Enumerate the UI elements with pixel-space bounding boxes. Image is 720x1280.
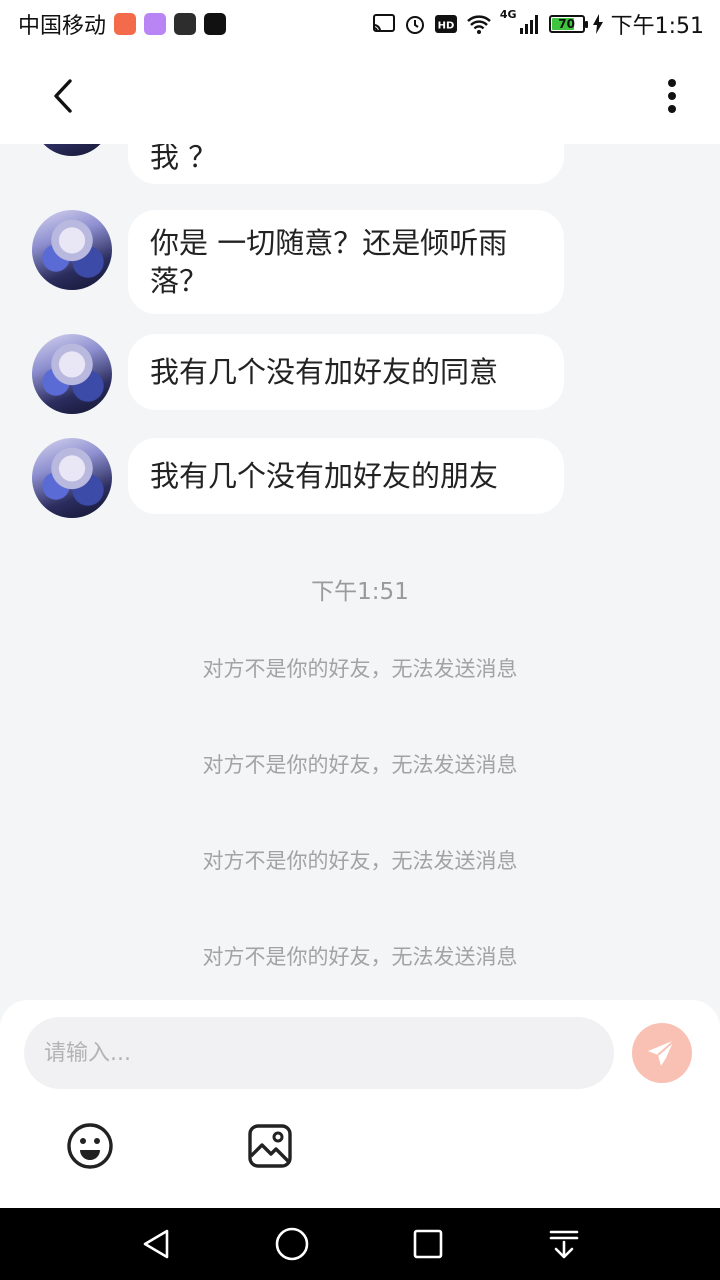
cast-icon <box>372 14 395 32</box>
app-notification-icon <box>114 13 137 35</box>
send-button[interactable] <box>632 1023 692 1083</box>
message-item: 我 ？ <box>32 144 652 186</box>
more-vertical-icon <box>668 79 676 113</box>
status-right: HD 4G 70 下午1:51 <box>372 8 704 40</box>
back-triangle-icon <box>143 1229 169 1259</box>
recents-square-icon <box>413 1229 443 1259</box>
image-button[interactable] <box>244 1120 296 1172</box>
message-timestamp: 下午1:51 <box>311 579 409 605</box>
message-text: 我 ？ <box>150 144 218 174</box>
battery-icon: 70 <box>548 15 588 33</box>
smiley-icon <box>67 1123 113 1169</box>
message-list[interactable]: 我 ？ 你是 一切随意？还是倾听雨落？ 我有几个没有加好友的同意 我有几个没有加… <box>0 144 720 1004</box>
chevron-left-icon <box>54 79 72 113</box>
system-notice: 对方不是你的好友，无法发送消息 <box>202 849 518 873</box>
avatar[interactable] <box>32 210 112 290</box>
app-notification-icon <box>144 13 167 35</box>
message-text: 我有几个没有加好友的同意 <box>150 355 499 389</box>
paper-plane-icon <box>648 1039 676 1066</box>
avatar[interactable] <box>32 438 112 518</box>
message-item: 我有几个没有加好友的朋友 <box>32 438 652 518</box>
message-input[interactable] <box>24 1017 614 1089</box>
network-label: 4G <box>499 8 517 21</box>
nav-home-button[interactable] <box>270 1222 314 1266</box>
svg-text:HD: HD <box>438 21 455 32</box>
status-bar: 中国移动 HD 4G 70 下午1:51 <box>0 0 720 48</box>
charging-icon <box>592 14 603 34</box>
avatar[interactable] <box>32 144 112 156</box>
message-bubble[interactable]: 我有几个没有加好友的朋友 <box>128 438 564 514</box>
download-arrow-icon <box>549 1230 579 1259</box>
system-notice: 对方不是你的好友，无法发送消息 <box>202 657 518 681</box>
back-button[interactable] <box>40 72 88 120</box>
message-text: 你是 一切随意？还是倾听雨落？ <box>150 226 508 298</box>
home-circle-icon <box>275 1227 309 1261</box>
alarm-icon <box>405 16 424 34</box>
message-bubble[interactable]: 我有几个没有加好友的同意 <box>128 334 564 410</box>
image-icon <box>248 1124 292 1168</box>
system-notice: 对方不是你的好友，无法发送消息 <box>202 753 518 777</box>
carrier-label: 中国移动 <box>18 14 107 39</box>
message-item: 你是 一切随意？还是倾听雨落？ <box>32 210 652 314</box>
wifi-icon <box>467 15 491 34</box>
message-text: 我有几个没有加好友的朋友 <box>150 459 499 493</box>
status-left: 中国移动 <box>18 8 227 40</box>
nav-notification-button[interactable] <box>542 1222 586 1266</box>
music-app-icon <box>174 13 197 35</box>
tiktok-icon <box>204 13 227 35</box>
hd-icon: HD <box>434 15 457 33</box>
message-composer <box>0 1000 720 1208</box>
emoji-button[interactable] <box>64 1120 116 1172</box>
system-notice: 对方不是你的好友，无法发送消息 <box>202 945 518 969</box>
system-nav-bar <box>0 1208 720 1280</box>
battery-level: 70 <box>558 17 575 31</box>
message-bubble[interactable]: 我 ？ <box>128 144 564 184</box>
avatar[interactable] <box>32 334 112 414</box>
chat-header <box>0 48 720 144</box>
more-options-button[interactable] <box>648 72 696 120</box>
nav-back-button[interactable] <box>134 1222 178 1266</box>
message-item: 我有几个没有加好友的同意 <box>32 334 652 414</box>
signal-icon <box>519 15 538 34</box>
nav-recents-button[interactable] <box>406 1222 450 1266</box>
status-time: 下午1:51 <box>610 14 704 39</box>
message-bubble[interactable]: 你是 一切随意？还是倾听雨落？ <box>128 210 564 314</box>
